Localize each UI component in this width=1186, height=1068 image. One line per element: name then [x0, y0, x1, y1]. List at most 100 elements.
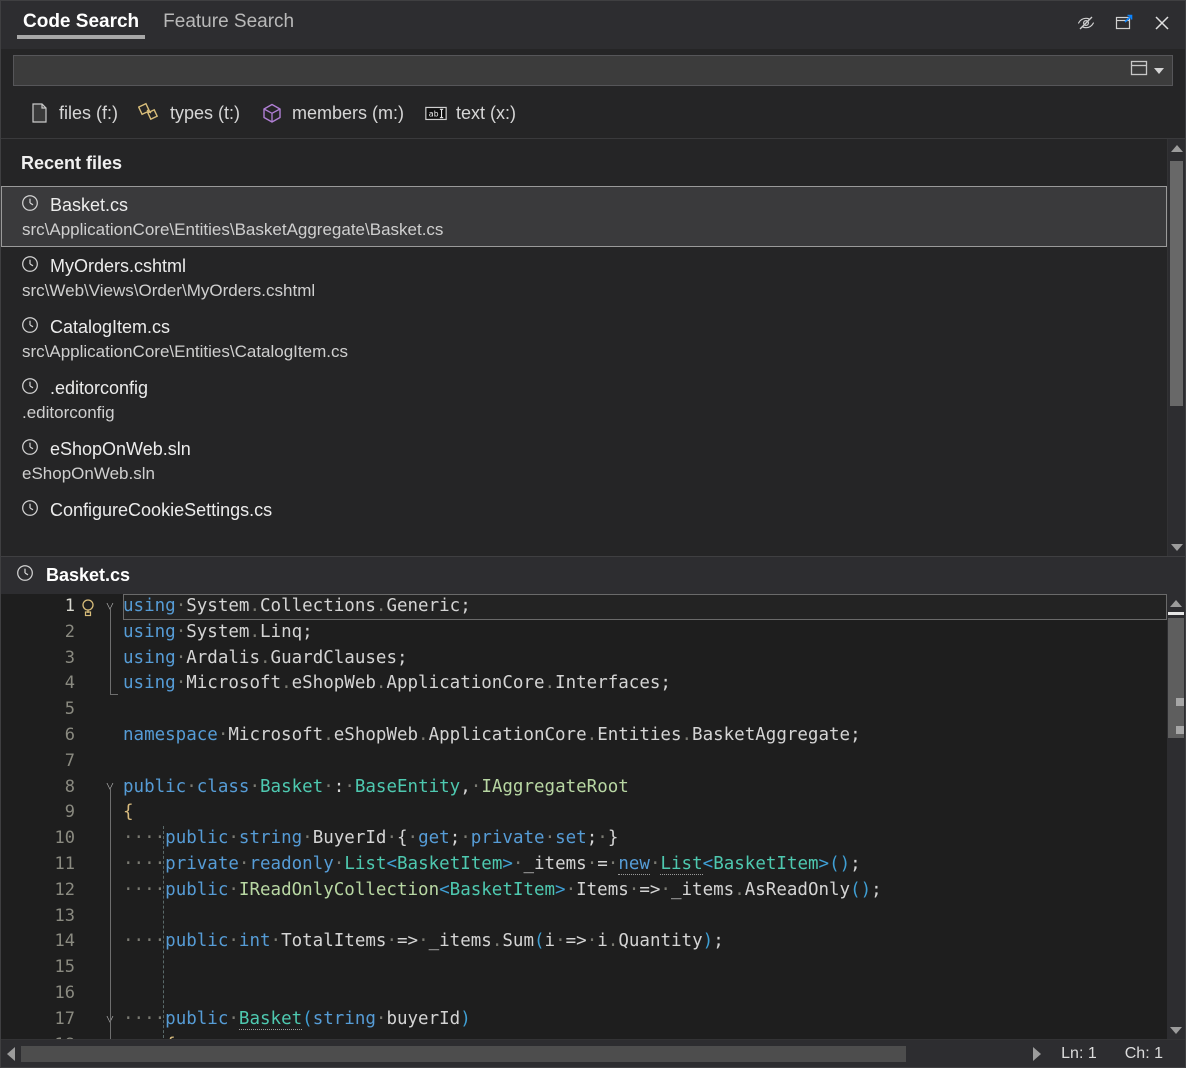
code-line[interactable] — [123, 749, 1167, 775]
code-line[interactable]: ····{ — [123, 1033, 1167, 1039]
search-input[interactable] — [14, 56, 1123, 85]
list-item[interactable]: ConfigureCookieSettings.cs — [1, 491, 1167, 530]
line-number: 9 — [65, 800, 77, 826]
preview-title: Basket.cs — [46, 565, 130, 586]
toggle-preview-button[interactable] — [1073, 13, 1099, 37]
list-item[interactable]: MyOrders.cshtml src\Web\Views\Order\MyOr… — [1, 247, 1167, 308]
code-line[interactable]: namespace·Microsoft.eShopWeb.Application… — [123, 723, 1167, 749]
list-item[interactable]: Basket.cs src\ApplicationCore\Entities\B… — [1, 186, 1167, 247]
status-indicators: Ln: 1 Ch: 1 — [1047, 1045, 1185, 1063]
filter-chip-types[interactable]: types (t:) — [134, 98, 250, 128]
code-line[interactable]: using·System.Collections.Generic; — [123, 594, 1167, 620]
list-item-name: Basket.cs — [50, 195, 128, 216]
scrollbar-annotation-mark — [1176, 698, 1184, 706]
list-item-path: src\ApplicationCore\Entities\CatalogItem… — [20, 342, 1156, 362]
code-line[interactable]: ····public·string·BuyerId·{·get;·private… — [123, 826, 1167, 852]
filter-chip-text[interactable]: ab text (x:) — [420, 98, 526, 128]
tab-code-search[interactable]: Code Search — [11, 1, 151, 43]
gutter-line: 12 — [1, 878, 99, 904]
code-line[interactable] — [123, 955, 1167, 981]
horizontal-scrollbar[interactable] — [1, 1040, 1047, 1068]
code-line[interactable]: ····public·Basket(string·buyerId) — [123, 1007, 1167, 1033]
fold-bracket-guide — [110, 607, 111, 695]
code-line[interactable]: ····private·readonly·List<BasketItem>·_i… — [123, 852, 1167, 878]
window-controls — [1073, 13, 1175, 37]
gutter-line: 4 — [1, 671, 99, 697]
fold-line — [99, 723, 121, 749]
status-char-number: Ch: 1 — [1111, 1045, 1177, 1063]
clock-icon — [20, 254, 40, 279]
scroll-left-button[interactable] — [1, 1042, 21, 1066]
horizontal-scrollbar-thumb[interactable] — [21, 1046, 906, 1062]
search-box[interactable] — [13, 55, 1173, 86]
gutter-line: 13 — [1, 904, 99, 930]
open-in-new-window-button[interactable] — [1111, 13, 1137, 37]
scroll-down-button[interactable] — [1168, 538, 1185, 556]
gutter-line: 3 — [1, 646, 99, 672]
editor-scrollbar[interactable] — [1167, 594, 1185, 1039]
line-number: 8 — [65, 775, 77, 801]
line-number: 2 — [65, 620, 77, 646]
window-layout-icon — [1129, 59, 1149, 82]
list-item-row: .editorconfig — [20, 376, 1156, 401]
lightbulb-icon[interactable] — [77, 597, 99, 617]
line-number: 5 — [65, 697, 77, 723]
recent-files-scrollbar[interactable] — [1167, 139, 1185, 556]
editor-scrollbar-thumb[interactable] — [1168, 618, 1184, 738]
triangle-down-icon — [1171, 544, 1183, 551]
filter-chip-files[interactable]: files (f:) — [23, 98, 128, 128]
scroll-up-button[interactable] — [1168, 139, 1185, 157]
search-scope-button[interactable] — [1123, 56, 1172, 85]
list-item-path: .editorconfig — [20, 403, 1156, 423]
filter-chip-members-label: members (m:) — [292, 103, 404, 124]
scrollbar-thumb[interactable] — [1170, 161, 1183, 406]
recent-files-panel: Recent files Basket.cs src\ApplicationCo… — [1, 138, 1185, 556]
code-line[interactable]: using·Ardalis.GuardClauses; — [123, 646, 1167, 672]
editor-scroll-down-button[interactable] — [1167, 1021, 1185, 1039]
filter-chip-members[interactable]: members (m:) — [256, 98, 414, 128]
file-icon — [27, 101, 51, 125]
code-line[interactable] — [123, 697, 1167, 723]
close-button[interactable] — [1149, 13, 1175, 37]
scroll-right-button[interactable] — [1027, 1042, 1047, 1066]
gutter-line: 5 — [1, 697, 99, 723]
line-number: 1 — [65, 594, 77, 620]
code-line[interactable]: using·Microsoft.eShopWeb.ApplicationCore… — [123, 671, 1167, 697]
editor-fold-column: ˅ ˅ ˅ — [99, 594, 121, 1039]
code-line[interactable] — [123, 904, 1167, 930]
editor-code-column[interactable]: using·System.Collections.Generic; using·… — [121, 594, 1167, 1039]
list-item-path: src\Web\Views\Order\MyOrders.cshtml — [20, 281, 1156, 301]
list-item[interactable]: CatalogItem.cs src\ApplicationCore\Entit… — [1, 308, 1167, 369]
list-item-name: CatalogItem.cs — [50, 317, 170, 338]
list-item-name: .editorconfig — [50, 378, 148, 399]
gutter-line: 2 — [1, 620, 99, 646]
triangle-up-icon — [1171, 145, 1183, 152]
code-line[interactable]: ····public·int·TotalItems·=>·_items.Sum(… — [123, 929, 1167, 955]
tab-feature-search[interactable]: Feature Search — [151, 1, 306, 43]
code-line[interactable] — [123, 981, 1167, 1007]
dialog-tabbar: Code Search Feature Search — [1, 1, 1185, 49]
clock-icon — [20, 193, 40, 218]
list-item-row: Basket.cs — [20, 193, 1156, 218]
fold-line — [99, 749, 121, 775]
filter-chip-types-label: types (t:) — [170, 103, 240, 124]
list-item[interactable]: .editorconfig .editorconfig — [1, 369, 1167, 430]
code-line[interactable]: ····public·IReadOnlyCollection<BasketIte… — [123, 878, 1167, 904]
editor-status-bar: Ln: 1 Ch: 1 — [1, 1039, 1185, 1067]
line-number: 6 — [65, 723, 77, 749]
list-item-row: ConfigureCookieSettings.cs — [20, 498, 1156, 523]
code-line[interactable]: { — [123, 800, 1167, 826]
gutter-line: 1 — [1, 594, 99, 620]
editor-scroll-up-button[interactable] — [1167, 594, 1185, 612]
code-line[interactable]: public·class·Basket·:·BaseEntity,·IAggre… — [123, 775, 1167, 801]
tab-feature-search-label: Feature Search — [163, 11, 294, 33]
code-line[interactable]: using·System.Linq; — [123, 620, 1167, 646]
list-item[interactable]: eShopOnWeb.sln eShopOnWeb.sln — [1, 430, 1167, 491]
gutter-line: 14 — [1, 929, 99, 955]
code-preview-editor[interactable]: 1 2 3 4 5 6 7 8 9 10 — [1, 594, 1185, 1039]
clock-icon — [20, 498, 40, 523]
fold-line — [99, 697, 121, 723]
fold-bracket-foot — [110, 694, 118, 695]
line-number: 14 — [55, 929, 77, 955]
horizontal-scroll-track[interactable] — [21, 1045, 1027, 1063]
